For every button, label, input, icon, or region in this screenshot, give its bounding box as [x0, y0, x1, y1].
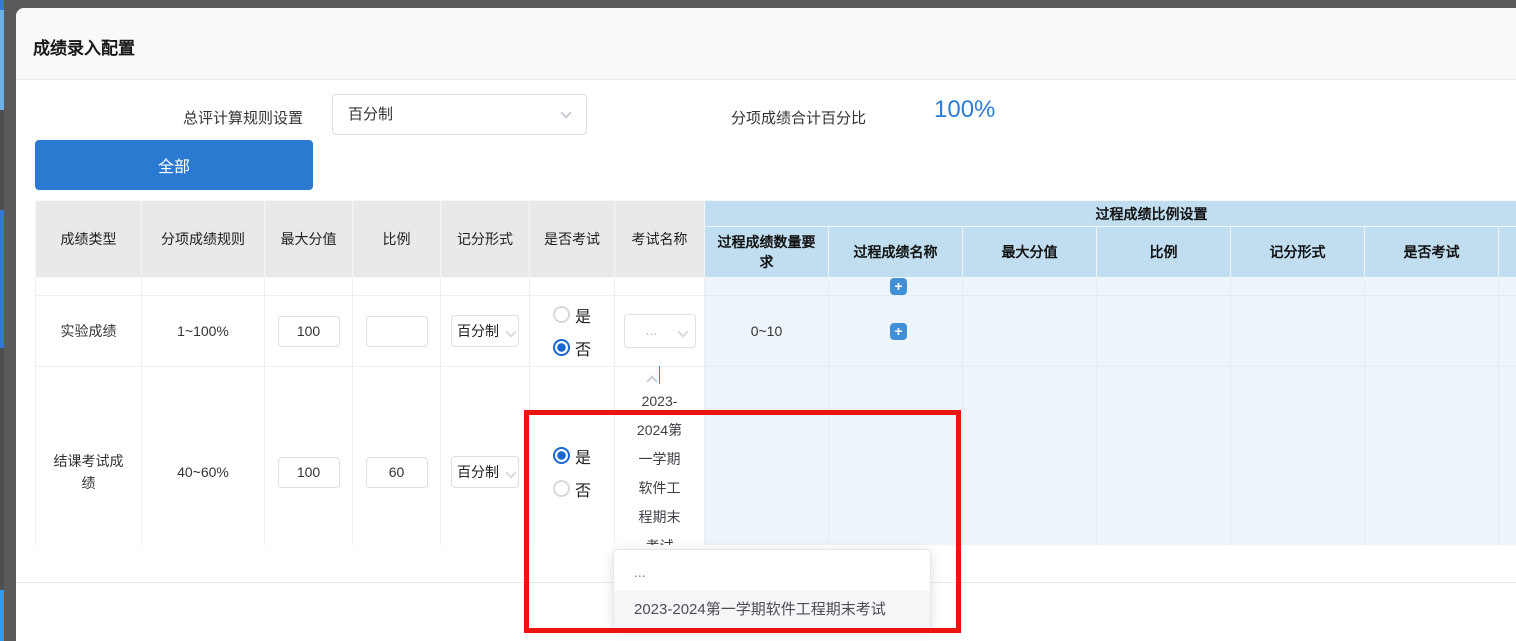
col-header-process-form: 记分形式	[1231, 227, 1365, 278]
col-header-max-score: 最大分值	[265, 201, 353, 278]
col-header-ratio: 比例	[353, 201, 441, 278]
left-edge-strip	[0, 348, 4, 590]
is-exam-radio-group: 是 否	[553, 444, 591, 501]
col-header-exam-name: 考试名称	[615, 201, 705, 278]
left-edge-strip	[0, 10, 4, 110]
radio-circle-selected-icon	[553, 447, 570, 464]
radio-no[interactable]: 否	[553, 477, 591, 501]
add-process-grade-button[interactable]: +	[890, 278, 907, 295]
col-header-process-ratio: 比例	[1097, 227, 1231, 278]
overall-rule-label: 总评计算规则设置	[183, 107, 303, 128]
overall-rule-select[interactable]: 百分制	[332, 94, 587, 135]
radio-no[interactable]: 否	[553, 336, 591, 360]
radio-circle-icon	[553, 480, 570, 497]
screen: 成绩录入配置 总评计算规则设置 百分制 分项成绩合计百分比 100% 全部 成绩…	[0, 0, 1516, 641]
ratio-input[interactable]	[366, 316, 428, 347]
cell-process-count: 0~10	[705, 296, 829, 367]
overall-rule-value: 百分制	[333, 95, 586, 134]
panel-header	[16, 8, 1516, 80]
col-header-process-max: 最大分值	[963, 227, 1097, 278]
all-button[interactable]: 全部	[35, 140, 313, 190]
cell-grade-type: 结课考试成绩	[36, 367, 142, 546]
dropdown-option-empty[interactable]: ...	[614, 550, 930, 590]
left-edge-strip	[0, 590, 4, 641]
col-header-process-is-exam: 是否考试	[1365, 227, 1499, 278]
sum-percentage-value: 100%	[934, 96, 995, 124]
grade-config-table: 成绩类型 分项成绩规则 最大分值 比例 记分形式 是否考试 考试名称 过程成绩比…	[35, 200, 1516, 545]
left-edge-strip	[0, 0, 4, 10]
left-edge-strip	[0, 210, 4, 348]
sum-percentage-label: 分项成绩合计百分比	[731, 107, 866, 128]
col-header-sub-rule: 分项成绩规则	[142, 201, 265, 278]
is-exam-radio-group: 是 否	[553, 303, 591, 360]
scoring-form-select[interactable]: 百分制	[451, 456, 519, 488]
col-header-is-exam: 是否考试	[530, 201, 615, 278]
group-header-process-ratio: 过程成绩比例设置	[705, 201, 1516, 227]
col-header-scoring-form: 记分形式	[441, 201, 530, 278]
col-header-process-count: 过程成绩数量要求	[705, 227, 829, 278]
cell-grade-type: 实验成绩	[36, 296, 142, 367]
col-header-extra	[1499, 227, 1516, 278]
exam-name-value: 2023- 2024第 一学期 软件工 程期末 考试	[615, 383, 704, 545]
table-row-experiment-grade: 实验成绩 1~100% 百分制 是	[36, 296, 1516, 367]
max-score-input[interactable]	[278, 316, 340, 347]
page-title: 成绩录入配置	[33, 34, 135, 59]
max-score-input[interactable]	[278, 457, 340, 488]
col-header-grade-type: 成绩类型	[36, 201, 142, 278]
col-header-process-name: 过程成绩名称	[829, 227, 963, 278]
scoring-form-select[interactable]: 百分制	[451, 315, 519, 347]
exam-name-select[interactable]: ...	[624, 314, 696, 348]
radio-yes[interactable]: 是	[553, 444, 591, 468]
table-row-spacer: +	[36, 278, 1516, 296]
table-row-final-exam-grade: 结课考试成绩 40~60% 百分制 是	[36, 367, 1516, 546]
radio-circle-icon	[553, 306, 570, 323]
left-edge-strip	[0, 110, 4, 210]
cell-sub-rule: 1~100%	[142, 296, 265, 367]
exam-name-select-open[interactable]: 2023- 2024第 一学期 软件工 程期末 考试	[615, 366, 704, 545]
cell-sub-rule: 40~60%	[142, 367, 265, 546]
exam-name-dropdown-menu: ... 2023-2024第一学期软件工程期末考试	[613, 549, 931, 629]
dropdown-option-exam[interactable]: 2023-2024第一学期软件工程期末考试	[614, 590, 930, 629]
radio-circle-selected-icon	[553, 339, 570, 356]
add-process-grade-button[interactable]: +	[890, 323, 907, 340]
radio-yes[interactable]: 是	[553, 303, 591, 327]
ratio-input[interactable]	[366, 457, 428, 488]
